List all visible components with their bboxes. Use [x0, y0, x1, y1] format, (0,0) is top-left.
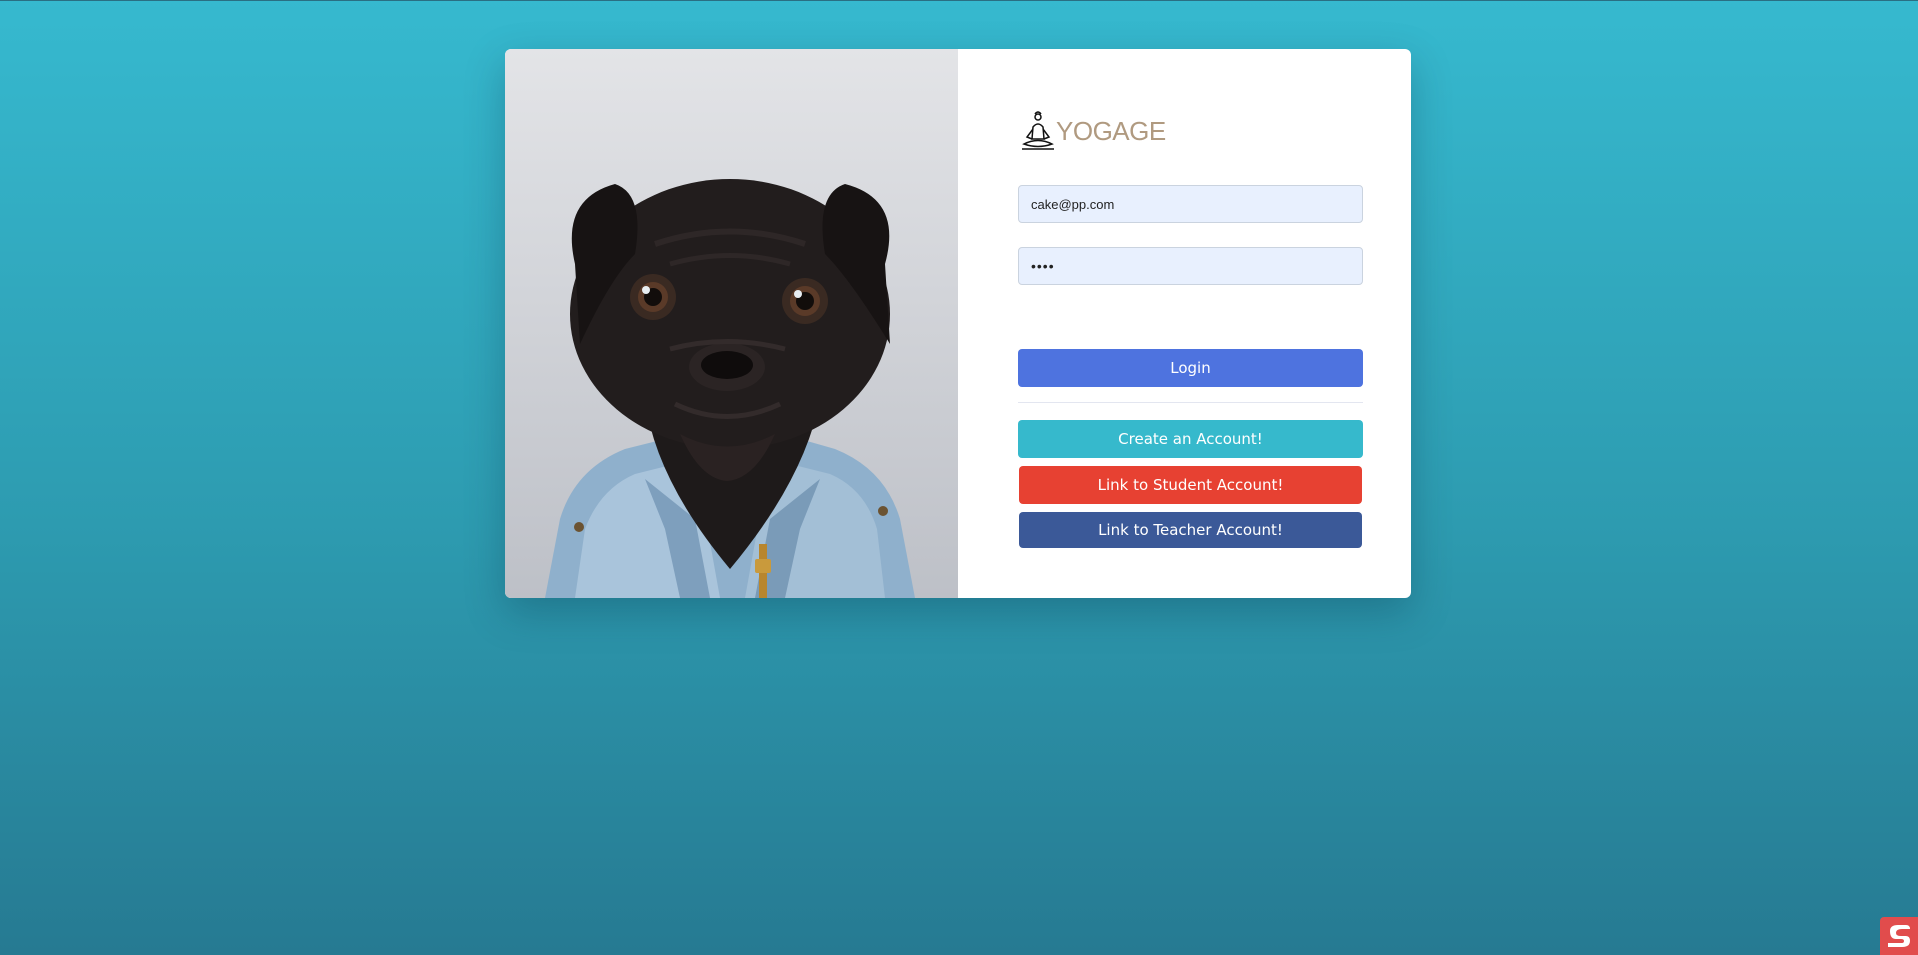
login-form-panel: YOGAGE Login Create an Account! Link to …	[958, 49, 1411, 598]
email-input[interactable]	[1018, 185, 1363, 223]
pug-photo	[505, 49, 958, 598]
extension-badge[interactable]	[1880, 917, 1918, 955]
pug-illustration	[545, 179, 915, 598]
link-student-account-button[interactable]: Link to Student Account!	[1019, 466, 1362, 504]
form-divider	[1018, 402, 1363, 403]
login-button[interactable]: Login	[1018, 349, 1363, 387]
window-top-border	[0, 0, 1918, 1]
create-account-button[interactable]: Create an Account!	[1018, 420, 1363, 458]
extension-badge-icon	[1888, 925, 1910, 947]
brand-name: YOGAGE	[1056, 116, 1166, 146]
login-card: YOGAGE Login Create an Account! Link to …	[505, 49, 1411, 598]
password-input[interactable]	[1018, 247, 1363, 285]
brand-logo: YOGAGE	[1020, 109, 1166, 153]
meditation-icon	[1022, 111, 1054, 150]
link-teacher-account-button[interactable]: Link to Teacher Account!	[1019, 512, 1362, 548]
